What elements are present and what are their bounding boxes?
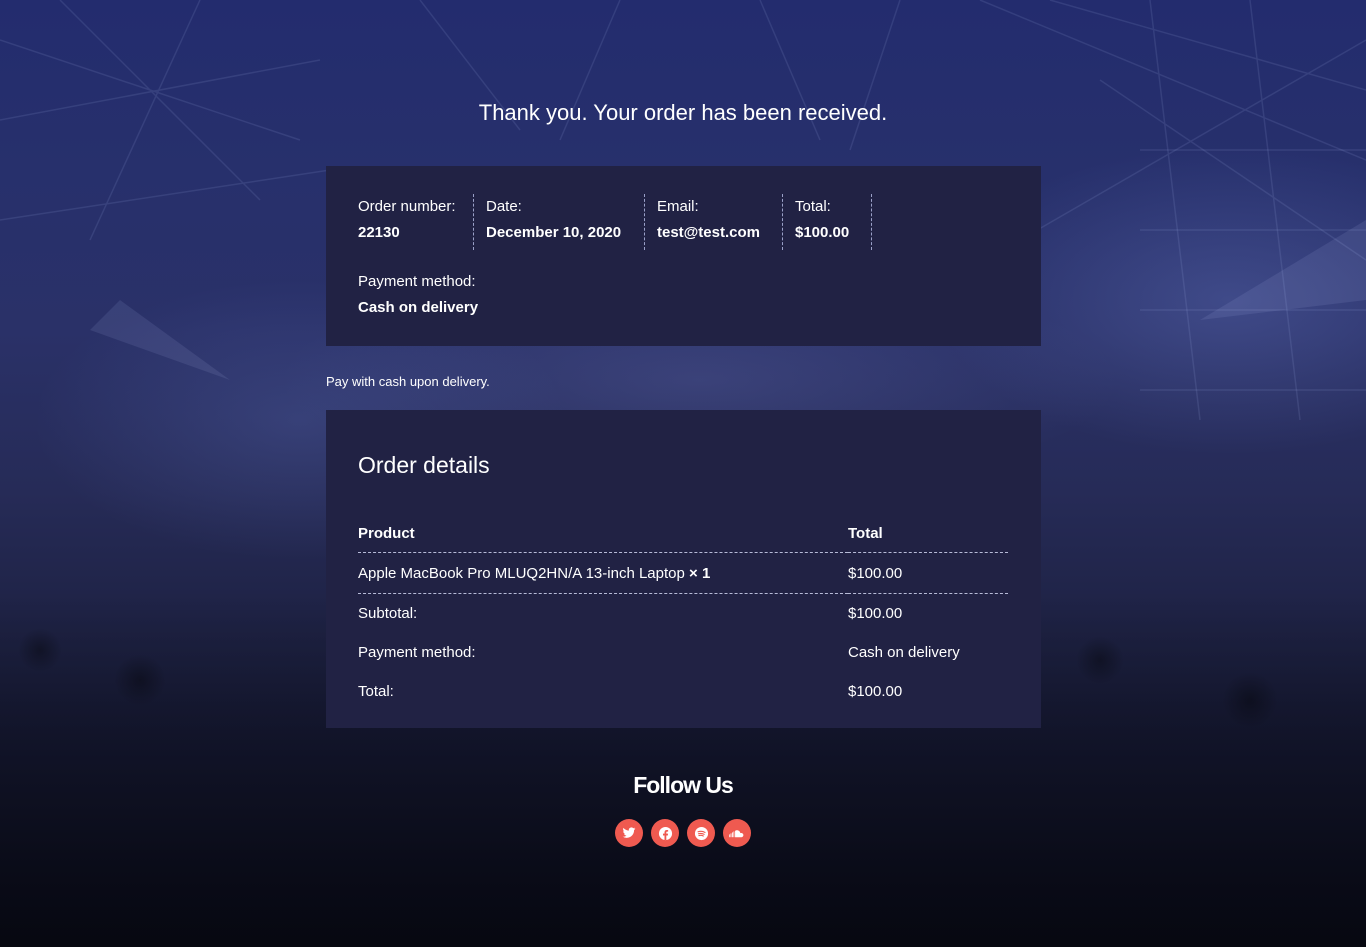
order-details-panel: Order details Product Total Apple MacBoo…	[326, 410, 1041, 728]
order-email-value: test@test.com	[657, 224, 760, 241]
twitter-icon	[622, 827, 636, 838]
product-column-header: Product	[358, 514, 848, 553]
payment-method-value: Cash on delivery	[358, 299, 479, 316]
order-overview-row: Order number: 22130 Date: December 10, 2…	[358, 194, 872, 250]
order-total-block: Total: $100.00	[783, 194, 872, 250]
order-email-label: Email:	[657, 198, 699, 215]
soundcloud-link[interactable]	[723, 819, 751, 847]
soundcloud-icon	[728, 830, 743, 838]
payment-method-label: Payment method:	[358, 273, 476, 290]
order-details-title: Order details	[358, 452, 490, 478]
subtotal-label: Subtotal:	[358, 605, 418, 622]
product-quantity: × 1	[689, 564, 711, 582]
subtotal-row: Subtotal: $100.00	[358, 594, 1008, 634]
order-number-label: Order number:	[358, 198, 456, 215]
social-links	[615, 819, 751, 847]
payment-method-row: Payment method: Cash on delivery	[358, 633, 1008, 672]
facebook-link[interactable]	[651, 819, 679, 847]
payment-instructions: Pay with cash upon delivery.	[326, 374, 490, 389]
spotify-link[interactable]	[687, 819, 715, 847]
order-details-table: Product Total Apple MacBook Pro MLUQ2HN/…	[358, 514, 1008, 711]
order-number-block: Order number: 22130	[358, 194, 474, 250]
subtotal-value: $100.00	[848, 605, 903, 622]
order-total-value: $100.00	[795, 224, 850, 241]
product-total-cell: $100.00	[848, 552, 1008, 594]
facebook-icon	[658, 826, 672, 840]
order-number-value: 22130	[358, 224, 400, 241]
grand-total-row: Total: $100.00	[358, 672, 1008, 711]
order-received-heading: Thank you. Your order has been received.	[478, 100, 888, 125]
order-overview-panel: Order number: 22130 Date: December 10, 2…	[326, 166, 1041, 346]
spotify-icon	[694, 826, 708, 840]
twitter-link[interactable]	[615, 819, 643, 847]
order-date-value: December 10, 2020	[486, 224, 622, 241]
grand-total-value: $100.00	[848, 683, 903, 700]
order-total-label: Total:	[795, 198, 831, 215]
table-header-row: Product Total	[358, 514, 1008, 553]
follow-us-heading: Follow Us	[633, 772, 734, 798]
payment-method-row-value: Cash on delivery	[848, 644, 960, 661]
order-date-label: Date:	[486, 198, 522, 215]
product-name-link[interactable]: Apple MacBook Pro MLUQ2HN/A 13-inch Lapt…	[358, 565, 685, 582]
order-email-block: Email: test@test.com	[645, 194, 783, 250]
total-column-header: Total	[848, 514, 1008, 553]
table-row: Apple MacBook Pro MLUQ2HN/A 13-inch Lapt…	[358, 552, 1008, 594]
payment-method-row-label: Payment method:	[358, 644, 476, 661]
product-cell: Apple MacBook Pro MLUQ2HN/A 13-inch Lapt…	[358, 552, 848, 594]
grand-total-label: Total:	[358, 683, 394, 700]
order-date-block: Date: December 10, 2020	[474, 194, 645, 250]
payment-method-block: Payment method: Cash on delivery	[358, 269, 478, 316]
